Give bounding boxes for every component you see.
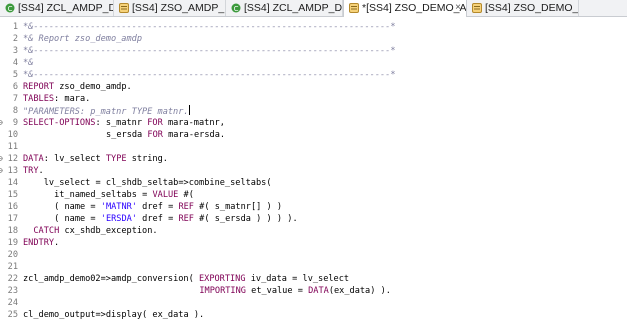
- line-number: 4: [12, 58, 18, 68]
- editor-tab-bar: C [SS4] ZCL_AMDP_DEMO [SS4] ZSO_AMDP_REP…: [0, 0, 627, 17]
- code-text: IMPORTING et_value = DATA(ex_data) ).: [199, 286, 391, 296]
- code-line[interactable]: 9 ⊖ SELECT-OPTIONS: s_matnr FOR mara-matnr…: [0, 117, 627, 129]
- code-text: it_named_seltabs = VALUE #(: [54, 190, 194, 200]
- code-text: REPORT zso_demo_amdp.: [23, 82, 132, 92]
- code-line[interactable]: 3 *&-------------------------------------…: [0, 45, 627, 57]
- code-text: ( name = 'MATNR' dref = REF #( s_matnr[]…: [54, 202, 283, 212]
- code-text: cl_demo_output=>display( ex_data ).: [23, 310, 205, 320]
- program-icon: [472, 3, 482, 13]
- close-icon[interactable]: ×: [455, 0, 461, 16]
- code-text: *&: [23, 58, 34, 68]
- line-number: 10: [7, 130, 18, 140]
- class-icon: C: [5, 3, 15, 13]
- line-number: 18: [7, 226, 18, 236]
- code-line[interactable]: 13 ⊖ TRY.: [0, 165, 627, 177]
- program-icon: [349, 3, 359, 13]
- line-number: 15: [7, 190, 18, 200]
- tab-label: [SS4] ZSO_AMDP_REP: [132, 2, 225, 14]
- line-number: 19: [7, 238, 18, 248]
- code-line[interactable]: 20: [0, 249, 627, 261]
- code-text: zcl_amdp_demo02=>amdp_conversion( EXPORT…: [23, 274, 350, 284]
- class-icon: C: [231, 3, 241, 13]
- code-line[interactable]: 18 CATCH cx_shdb_exception.: [0, 225, 627, 237]
- tab-zso-amdp-rep[interactable]: [SS4] ZSO_AMDP_REP: [114, 0, 226, 16]
- line-number: 14: [7, 178, 18, 188]
- code-line[interactable]: 23 IMPORTING et_value = DATA(ex_data) ).: [0, 285, 627, 297]
- code-text: TABLES: mara.: [23, 94, 91, 104]
- line-number: 7: [12, 94, 18, 104]
- code-line[interactable]: 7 TABLES: mara.: [0, 93, 627, 105]
- line-number: 25: [7, 310, 18, 320]
- tab-zso-demo-amdp[interactable]: [SS4] ZSO_DEMO_AMDP: [467, 0, 579, 16]
- fold-toggle-icon[interactable]: ⊖: [0, 165, 3, 177]
- code-line[interactable]: 5 *&-------------------------------------…: [0, 69, 627, 81]
- line-number: 16: [7, 202, 18, 212]
- code-line[interactable]: 12 ⊖ DATA: lv_select TYPE string.: [0, 153, 627, 165]
- code-line[interactable]: 15 it_named_seltabs = VALUE #(: [0, 189, 627, 201]
- code-line[interactable]: 6 REPORT zso_demo_amdp.: [0, 81, 627, 93]
- line-number: 1: [12, 22, 18, 32]
- code-text: CATCH cx_shdb_exception.: [33, 226, 158, 236]
- tab-zcl-amdp-demo[interactable]: C [SS4] ZCL_AMDP_DEMO: [0, 0, 114, 16]
- code-text: *&--------------------------------------…: [23, 22, 396, 32]
- line-number: 21: [7, 262, 18, 272]
- line-number: 8: [12, 106, 18, 116]
- line-number: 6: [12, 82, 18, 92]
- code-text: lv_select = cl_shdb_seltab=>combine_selt…: [43, 178, 272, 188]
- code-line[interactable]: 25 cl_demo_output=>display( ex_data ).: [0, 309, 627, 321]
- line-number: 20: [7, 250, 18, 260]
- code-line[interactable]: 14 lv_select = cl_shdb_seltab=>combine_s…: [0, 177, 627, 189]
- code-text: ENDTRY.: [23, 238, 60, 248]
- code-line[interactable]: 10 s_ersda FOR mara-ersda.: [0, 129, 627, 141]
- code-line[interactable]: 11: [0, 141, 627, 153]
- code-text: s_ersda FOR mara-ersda.: [106, 130, 226, 140]
- line-number: 22: [7, 274, 18, 284]
- code-line[interactable]: 1 *&-------------------------------------…: [0, 21, 627, 33]
- code-text: DATA: lv_select TYPE string.: [23, 154, 168, 164]
- code-line[interactable]: 4 *&: [0, 57, 627, 69]
- code-line[interactable]: 8 "PARAMETERS: p_matnr TYPE matnr.: [0, 105, 627, 117]
- line-number: 17: [7, 214, 18, 224]
- tab-label: [SS4] ZCL_AMDP_DEMO02: [244, 2, 343, 14]
- svg-text:C: C: [8, 5, 13, 13]
- code-line[interactable]: 21: [0, 261, 627, 273]
- fold-toggle-icon[interactable]: ⊖: [0, 117, 3, 129]
- code-text: TRY.: [23, 166, 44, 176]
- line-number: 5: [12, 70, 18, 80]
- code-line[interactable]: 17 ( name = 'ERSDA' dref = REF #( s_ersd…: [0, 213, 627, 225]
- code-text: *&--------------------------------------…: [23, 70, 396, 80]
- line-number: 3: [12, 46, 18, 56]
- line-number: 11: [7, 142, 18, 152]
- tab-zcl-amdp-demo02[interactable]: C [SS4] ZCL_AMDP_DEMO02: [226, 0, 343, 16]
- code-text: *&--------------------------------------…: [23, 46, 396, 56]
- tab-label: [SS4] ZSO_DEMO_AMDP: [485, 2, 579, 14]
- line-number: 23: [7, 286, 18, 296]
- code-text: *& Report zso_demo_amdp: [23, 34, 142, 44]
- code-line[interactable]: 2 *& Report zso_demo_amdp: [0, 33, 627, 45]
- svg-text:C: C: [234, 5, 239, 13]
- code-text: ( name = 'ERSDA' dref = REF #( s_ersda )…: [54, 214, 298, 224]
- fold-toggle-icon[interactable]: ⊖: [0, 153, 3, 165]
- tab-label: *[SS4] ZSO_DEMO_AMDP: [362, 2, 467, 14]
- program-icon: [119, 3, 129, 13]
- line-number: 2: [12, 34, 18, 44]
- code-line[interactable]: 24: [0, 297, 627, 309]
- code-line[interactable]: 22 zcl_amdp_demo02=>amdp_conversion( EXPO…: [0, 273, 627, 285]
- tab-zso-demo-amdp-active[interactable]: *[SS4] ZSO_DEMO_AMDP ×: [343, 0, 467, 17]
- tab-label: [SS4] ZCL_AMDP_DEMO: [18, 2, 113, 14]
- line-number: 24: [7, 298, 18, 308]
- code-line[interactable]: 16 ( name = 'MATNR' dref = REF #( s_matn…: [0, 201, 627, 213]
- code-line[interactable]: 19 ENDTRY.: [0, 237, 627, 249]
- text-cursor: [188, 105, 190, 115]
- code-editor[interactable]: 1 *&-------------------------------------…: [0, 17, 627, 323]
- code-text: SELECT-OPTIONS: s_matnr FOR mara-matnr,: [23, 118, 225, 128]
